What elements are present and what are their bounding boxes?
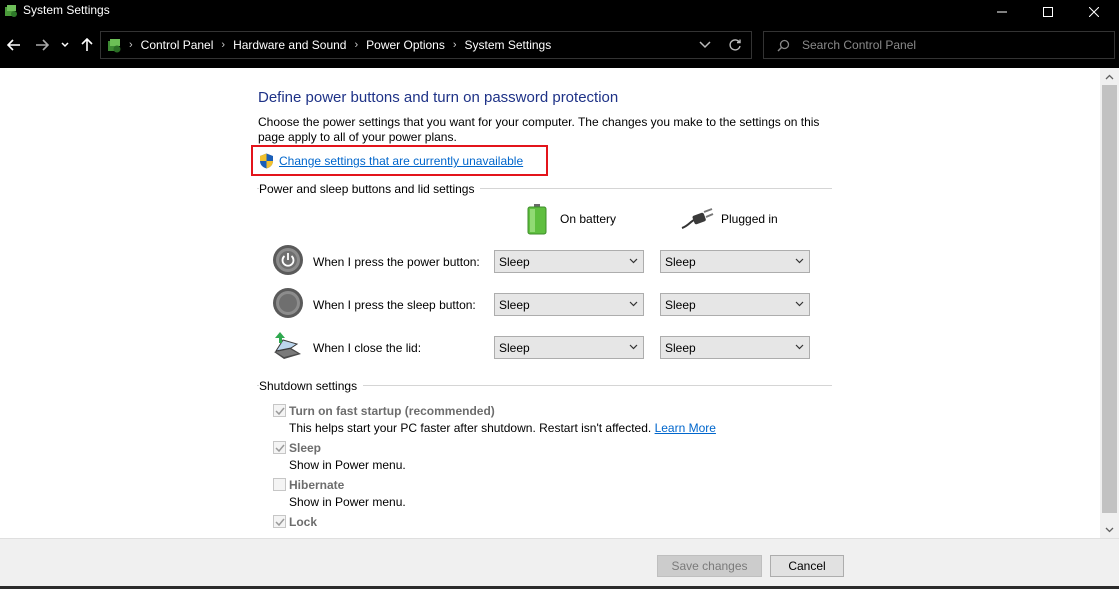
sleep-checkbox[interactable] xyxy=(273,441,286,454)
save-changes-button[interactable]: Save changes xyxy=(657,555,762,577)
arrow-up-icon xyxy=(81,38,93,51)
cancel-button[interactable]: Cancel xyxy=(770,555,844,577)
plugged-in-column-header: Plugged in xyxy=(721,212,778,226)
back-button[interactable] xyxy=(4,34,24,56)
sleep-button-battery-select[interactable]: Sleep xyxy=(494,293,644,316)
select-value: Sleep xyxy=(665,341,696,355)
hibernate-description: Show in Power menu. xyxy=(289,495,406,509)
checkmark-icon xyxy=(275,407,285,416)
maximize-icon xyxy=(1043,6,1053,17)
chevron-down-icon xyxy=(629,258,638,264)
chevron-down-icon xyxy=(795,258,804,264)
navigation-bar: › Control Panel › Hardware and Sound › P… xyxy=(0,23,1119,68)
chevron-down-icon xyxy=(629,344,638,350)
refresh-icon[interactable] xyxy=(727,37,743,53)
recent-locations-button[interactable] xyxy=(58,34,72,56)
uac-shield-icon xyxy=(260,153,273,169)
control-panel-icon xyxy=(108,39,121,53)
on-battery-column-header: On battery xyxy=(560,212,617,226)
chevron-down-icon xyxy=(1105,527,1114,532)
control-panel-app-icon xyxy=(5,5,17,17)
forward-button[interactable] xyxy=(32,34,52,56)
hibernate-label: Hibernate xyxy=(289,478,345,492)
fast-startup-description: This helps start your PC faster after sh… xyxy=(289,421,716,435)
hibernate-checkbox[interactable] xyxy=(273,478,286,491)
fast-startup-checkbox[interactable] xyxy=(273,404,286,417)
breadcrumb: › Control Panel › Hardware and Sound › P… xyxy=(127,32,557,58)
shutdown-group-title: Shutdown settings xyxy=(259,379,364,393)
search-input[interactable] xyxy=(802,36,1102,54)
sleep-button-plugged-select[interactable]: Sleep xyxy=(660,293,810,316)
close-lid-battery-select[interactable]: Sleep xyxy=(494,336,644,359)
chevron-up-icon xyxy=(1105,74,1114,79)
close-lid-plugged-select[interactable]: Sleep xyxy=(660,336,810,359)
sleep-button-icon xyxy=(273,288,303,318)
fast-startup-label: Turn on fast startup (recommended) xyxy=(289,404,495,418)
power-plug-icon xyxy=(681,208,714,229)
scroll-down-button[interactable] xyxy=(1100,521,1119,538)
title-bar: System Settings xyxy=(0,0,1119,23)
scroll-thumb[interactable] xyxy=(1102,85,1117,513)
power-buttons-group-title: Power and sleep buttons and lid settings xyxy=(259,182,481,196)
arrow-right-icon xyxy=(36,39,49,51)
power-button-plugged-select[interactable]: Sleep xyxy=(660,250,810,273)
fast-startup-description-text: This helps start your PC faster after sh… xyxy=(289,421,652,435)
search-icon xyxy=(777,39,790,52)
breadcrumb-separator-icon: › xyxy=(129,39,133,51)
select-value: Sleep xyxy=(665,255,696,269)
sleep-button-label: When I press the sleep button: xyxy=(313,298,476,312)
power-button-battery-select[interactable]: Sleep xyxy=(494,250,644,273)
chevron-down-icon xyxy=(795,344,804,350)
chevron-down-icon xyxy=(629,301,638,307)
window-title: System Settings xyxy=(23,3,110,17)
arrow-left-icon xyxy=(7,39,20,51)
breadcrumb-separator-icon[interactable]: › xyxy=(451,39,459,51)
lock-label: Lock xyxy=(289,515,318,529)
power-button-icon xyxy=(273,245,303,275)
laptop-lid-icon xyxy=(274,332,301,359)
breadcrumb-separator-icon[interactable]: › xyxy=(219,39,227,51)
close-lid-label: When I close the lid: xyxy=(313,341,422,355)
checkmark-icon xyxy=(275,444,285,453)
breadcrumb-system-settings[interactable]: System Settings xyxy=(459,38,558,52)
vertical-scrollbar[interactable] xyxy=(1100,68,1119,538)
minimize-button[interactable] xyxy=(979,0,1025,23)
power-button-label: When I press the power button: xyxy=(313,255,480,269)
change-settings-link[interactable]: Change settings that are currently unava… xyxy=(279,154,523,168)
close-icon xyxy=(1089,6,1099,17)
battery-icon xyxy=(527,204,547,235)
change-settings-highlight: Change settings that are currently unava… xyxy=(251,145,548,176)
page-description: Choose the power settings that you want … xyxy=(258,115,820,144)
learn-more-link[interactable]: Learn More xyxy=(655,421,716,435)
address-bar[interactable]: › Control Panel › Hardware and Sound › P… xyxy=(100,31,752,59)
maximize-button[interactable] xyxy=(1025,0,1071,23)
checkmark-icon xyxy=(275,518,285,527)
sleep-label: Sleep xyxy=(289,441,322,455)
breadcrumb-separator-icon[interactable]: › xyxy=(352,39,360,51)
breadcrumb-power-options[interactable]: Power Options xyxy=(360,38,451,52)
main-content: Define power buttons and turn on passwor… xyxy=(0,68,1100,538)
sleep-description: Show in Power menu. xyxy=(289,458,406,472)
up-button[interactable] xyxy=(78,34,96,56)
scroll-up-button[interactable] xyxy=(1100,68,1119,85)
breadcrumb-hardware-and-sound[interactable]: Hardware and Sound xyxy=(227,38,352,52)
breadcrumb-control-panel[interactable]: Control Panel xyxy=(135,38,220,52)
lock-checkbox[interactable] xyxy=(273,515,286,528)
chevron-down-icon xyxy=(61,42,69,48)
chevron-down-icon xyxy=(795,301,804,307)
select-value: Sleep xyxy=(499,255,530,269)
search-box[interactable] xyxy=(763,31,1115,59)
page-title: Define power buttons and turn on passwor… xyxy=(258,89,619,106)
address-history-chevron-icon[interactable] xyxy=(698,40,712,50)
select-value: Sleep xyxy=(499,341,530,355)
close-button[interactable] xyxy=(1071,0,1117,23)
select-value: Sleep xyxy=(499,298,530,312)
footer-bar: Save changes Cancel xyxy=(0,538,1119,589)
minimize-icon xyxy=(997,11,1007,12)
select-value: Sleep xyxy=(665,298,696,312)
